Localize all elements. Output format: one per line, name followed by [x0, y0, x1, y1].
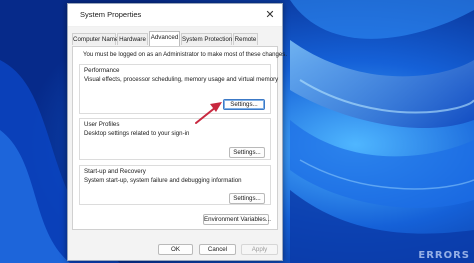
startup-recovery-title: Start-up and Recovery: [84, 168, 146, 175]
apply-button[interactable]: Apply: [241, 244, 278, 255]
performance-group: Performance Visual effects, processor sc…: [79, 64, 278, 114]
user-profiles-group: User Profiles Desktop settings related t…: [79, 118, 271, 160]
startup-recovery-description: System start-up, system failure and debu…: [84, 177, 242, 184]
performance-settings-button[interactable]: Settings...: [223, 99, 265, 110]
user-profiles-settings-button[interactable]: Settings...: [229, 147, 265, 158]
user-profiles-title: User Profiles: [84, 121, 120, 128]
close-icon[interactable]: ✕: [258, 4, 282, 26]
performance-description: Visual effects, processor scheduling, me…: [84, 76, 279, 83]
advanced-tab-panel: You must be logged on as an Administrato…: [72, 46, 287, 230]
admin-note: You must be logged on as an Administrato…: [83, 51, 288, 58]
title-bar: System Properties ✕: [68, 4, 282, 27]
watermark-logo: ERRORS: [418, 250, 470, 261]
tab-system-protection[interactable]: System Protection: [181, 33, 232, 45]
system-properties-dialog: System Properties ✕ Computer Name Hardwa…: [67, 3, 287, 261]
tab-remote[interactable]: Remote: [233, 33, 258, 45]
ok-button[interactable]: OK: [158, 244, 193, 255]
startup-recovery-settings-button[interactable]: Settings...: [229, 193, 265, 204]
cancel-button[interactable]: Cancel: [199, 244, 236, 255]
performance-title: Performance: [84, 67, 120, 74]
tab-computer-name[interactable]: Computer Name: [72, 33, 118, 45]
window-title: System Properties: [80, 10, 142, 19]
tab-hardware[interactable]: Hardware: [117, 33, 148, 45]
tab-advanced[interactable]: Advanced: [149, 31, 180, 46]
environment-variables-button[interactable]: Environment Variables...: [203, 214, 271, 225]
user-profiles-description: Desktop settings related to your sign-in: [84, 130, 190, 137]
startup-recovery-group: Start-up and Recovery System start-up, s…: [79, 165, 271, 205]
